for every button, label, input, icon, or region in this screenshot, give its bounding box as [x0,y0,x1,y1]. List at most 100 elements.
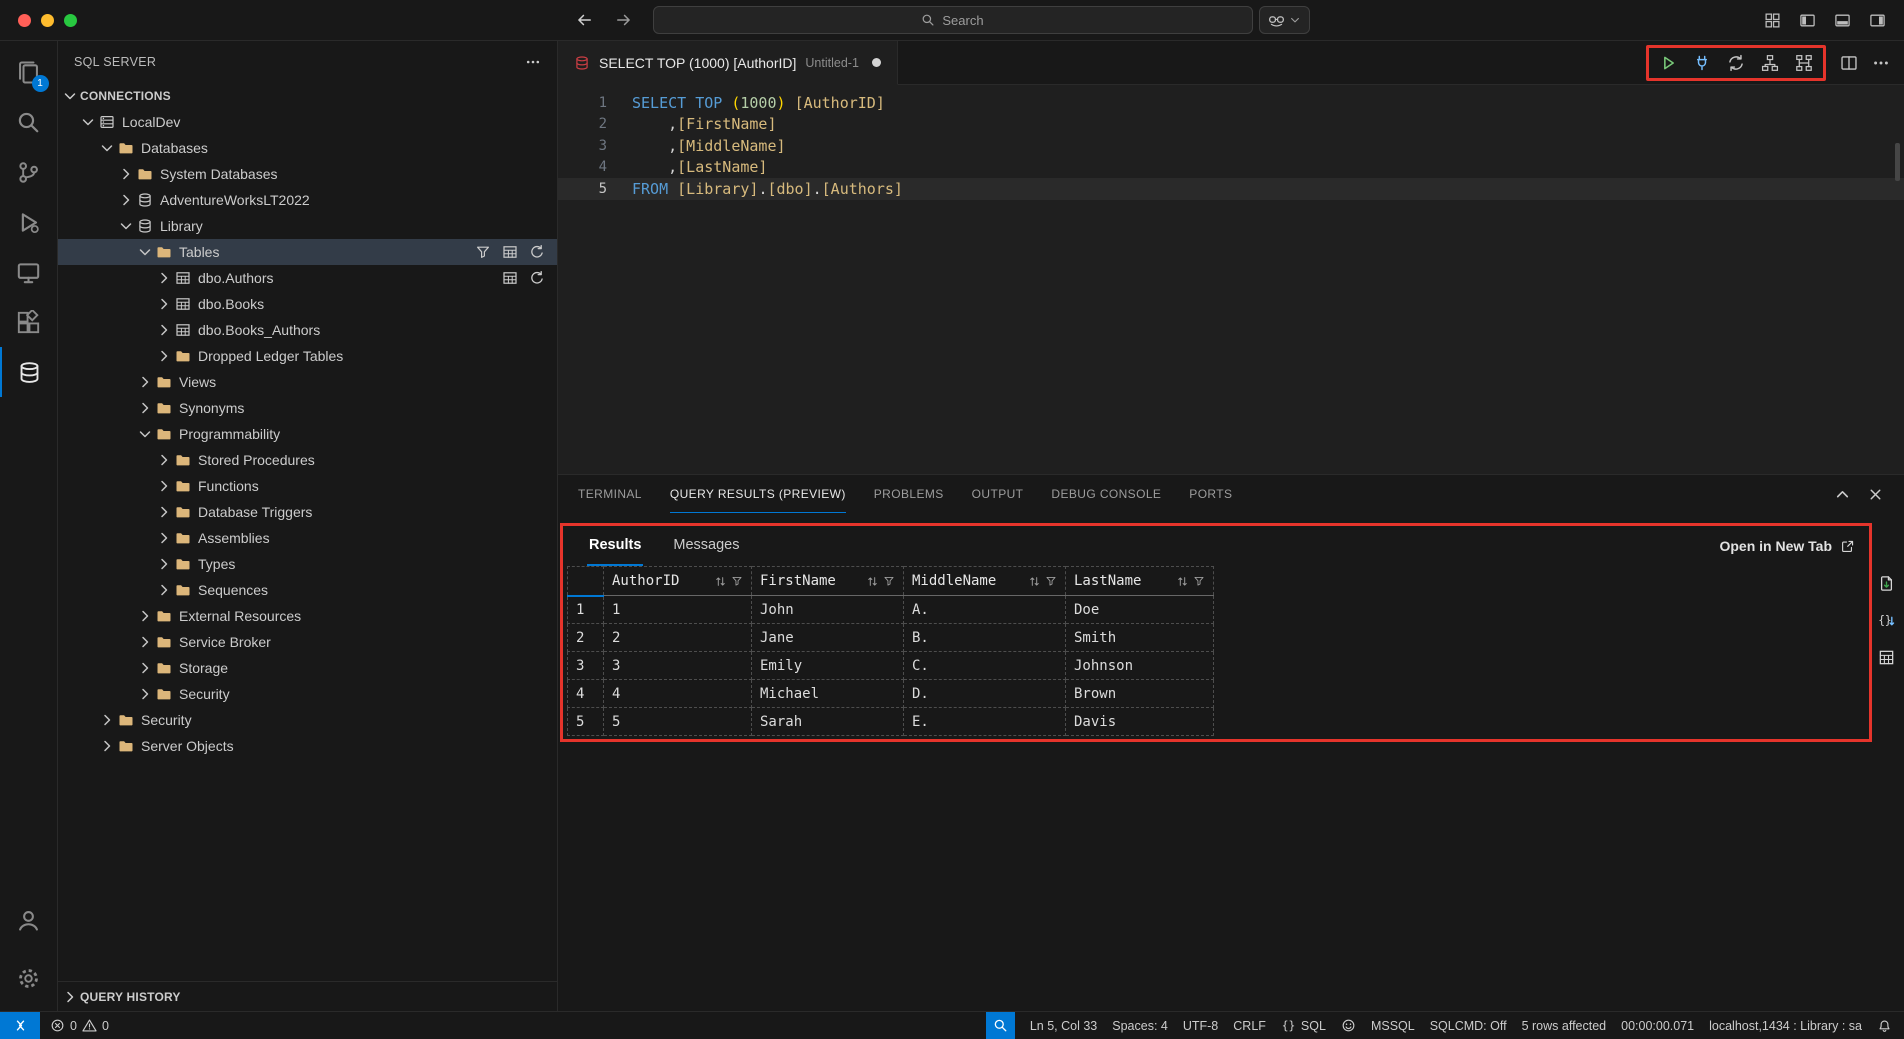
panel-tab-debug-console[interactable]: DEBUG CONSOLE [1051,475,1161,513]
filter-icon[interactable] [1045,575,1057,587]
tree-item-security[interactable]: Security [58,681,557,707]
grid-row[interactable]: 22JaneB.Smith [568,624,1214,652]
grid-cell[interactable]: Davis [1066,708,1214,736]
grid-cell[interactable]: Michael [752,680,904,708]
tree-item-synonyms[interactable]: Synonyms [58,395,557,421]
chevron-right-icon[interactable] [135,686,155,702]
grid-cell[interactable]: C. [904,652,1066,680]
chevron-down-icon[interactable] [135,426,155,442]
activity-bar-item-sql-server[interactable] [0,347,58,397]
command-center-search[interactable]: Search [653,6,1253,34]
tree-item-security[interactable]: Security [58,707,557,733]
column-header-middlename[interactable]: MiddleName [904,567,1066,596]
grid-cell[interactable]: Emily [752,652,904,680]
tree-item-system-databases[interactable]: System Databases [58,161,557,187]
tree-item-dbo-books-authors[interactable]: dbo.Books_Authors [58,317,557,343]
close-window-button[interactable] [18,14,31,27]
status-sqlcmd-mode[interactable]: SQLCMD: Off [1430,1012,1507,1039]
save-as-excel-button[interactable] [1878,649,1895,666]
chevron-right-icon[interactable] [135,400,155,416]
activity-bar-item-source-control[interactable] [0,147,58,197]
status-end-of-line[interactable]: CRLF [1233,1012,1266,1039]
grid-cell[interactable]: B. [904,624,1066,652]
save-as-json-button[interactable]: {} [1878,612,1895,629]
tree-item-storage[interactable]: Storage [58,655,557,681]
grid-cell[interactable]: 3 [604,652,752,680]
status-cursor-position[interactable]: Ln 5, Col 33 [1030,1012,1097,1039]
filter-icon[interactable] [731,575,743,587]
grid-cell[interactable]: E. [904,708,1066,736]
tree-item-functions[interactable]: Functions [58,473,557,499]
chevron-right-icon[interactable] [154,348,174,364]
grid-cell[interactable]: Doe [1066,596,1214,624]
chevron-right-icon[interactable] [116,166,136,182]
refresh-icon[interactable] [529,244,545,260]
tree-item-library[interactable]: Library [58,213,557,239]
sort-icon[interactable] [1176,575,1189,588]
grid-cell[interactable]: D. [904,680,1066,708]
tree-item-views[interactable]: Views [58,369,557,395]
layout-sidebar-right-icon[interactable] [1869,12,1886,29]
filter-icon[interactable] [1193,575,1205,587]
tree-item-external-resources[interactable]: External Resources [58,603,557,629]
chevron-down-icon[interactable] [116,218,136,234]
chevron-right-icon[interactable] [135,634,155,650]
tree-item-adventureworkslt2022[interactable]: AdventureWorksLT2022 [58,187,557,213]
grid-cell[interactable]: 1 [604,596,752,624]
panel-tab-terminal[interactable]: TERMINAL [578,475,642,513]
grid-cell[interactable]: Brown [1066,680,1214,708]
maximize-panel-icon[interactable] [1834,486,1851,503]
open-in-new-tab-button[interactable]: Open in New Tab [1719,538,1855,554]
status-execution-time[interactable]: 00:00:00.071 [1621,1012,1694,1039]
chevron-right-icon[interactable] [154,452,174,468]
grid-cell[interactable]: Jane [752,624,904,652]
chevron-right-icon[interactable] [135,608,155,624]
status-feedback[interactable] [1341,1012,1356,1039]
grid-cell[interactable]: John [752,596,904,624]
tree-item-sequences[interactable]: Sequences [58,577,557,603]
tree-item-stored-procedures[interactable]: Stored Procedures [58,447,557,473]
column-header-lastname[interactable]: LastName [1066,567,1214,596]
activity-bar-item-run-and-debug[interactable] [0,197,58,247]
tree-item-assemblies[interactable]: Assemblies [58,525,557,551]
layout-grid-icon[interactable] [1764,12,1781,29]
run-query-button[interactable] [1659,54,1677,72]
chevron-right-icon[interactable] [135,374,155,390]
layout-sidebar-left-icon[interactable] [1799,12,1816,29]
panel-tab-ports[interactable]: PORTS [1189,475,1232,513]
minimize-window-button[interactable] [41,14,54,27]
status-zoom-indicator[interactable] [986,1012,1015,1039]
sort-icon[interactable] [1028,575,1041,588]
activity-bar-item-search[interactable] [0,97,58,147]
chevron-right-icon[interactable] [154,504,174,520]
grid-cell[interactable]: 4 [604,680,752,708]
grid-row[interactable]: 55SarahE.Davis [568,708,1214,736]
chevron-right-icon[interactable] [97,738,117,754]
grid-cell[interactable]: A. [904,596,1066,624]
tree-item-service-broker[interactable]: Service Broker [58,629,557,655]
close-panel-icon[interactable] [1867,486,1884,503]
status-mssql-provider[interactable]: MSSQL [1371,1012,1415,1039]
change-connection-button[interactable] [1727,54,1745,72]
chevron-right-icon[interactable] [97,712,117,728]
chevron-right-icon[interactable] [135,660,155,676]
status-notifications[interactable] [1877,1012,1892,1039]
activity-bar-item-extensions[interactable] [0,297,58,347]
chevron-right-icon[interactable] [154,530,174,546]
chevron-right-icon[interactable] [154,556,174,572]
tree-item-server-objects[interactable]: Server Objects [58,733,557,759]
chevron-down-icon[interactable] [97,140,117,156]
tree-item-tables[interactable]: Tables [58,239,557,265]
layout-panel-icon[interactable] [1834,12,1851,29]
split-editor-icon[interactable] [1840,54,1858,72]
row-number-cell[interactable]: 1 [568,596,604,624]
grid-cell[interactable]: Johnson [1066,652,1214,680]
chevron-right-icon[interactable] [154,478,174,494]
activity-bar-item-settings[interactable] [0,953,58,1003]
copilot-menu-button[interactable] [1259,6,1310,34]
table-icon[interactable] [502,244,518,260]
status-indentation[interactable]: Spaces: 4 [1112,1012,1168,1039]
panel-tab-output[interactable]: OUTPUT [972,475,1024,513]
status-encoding[interactable]: UTF-8 [1183,1012,1218,1039]
problems-status[interactable]: 0 0 [40,1012,119,1039]
